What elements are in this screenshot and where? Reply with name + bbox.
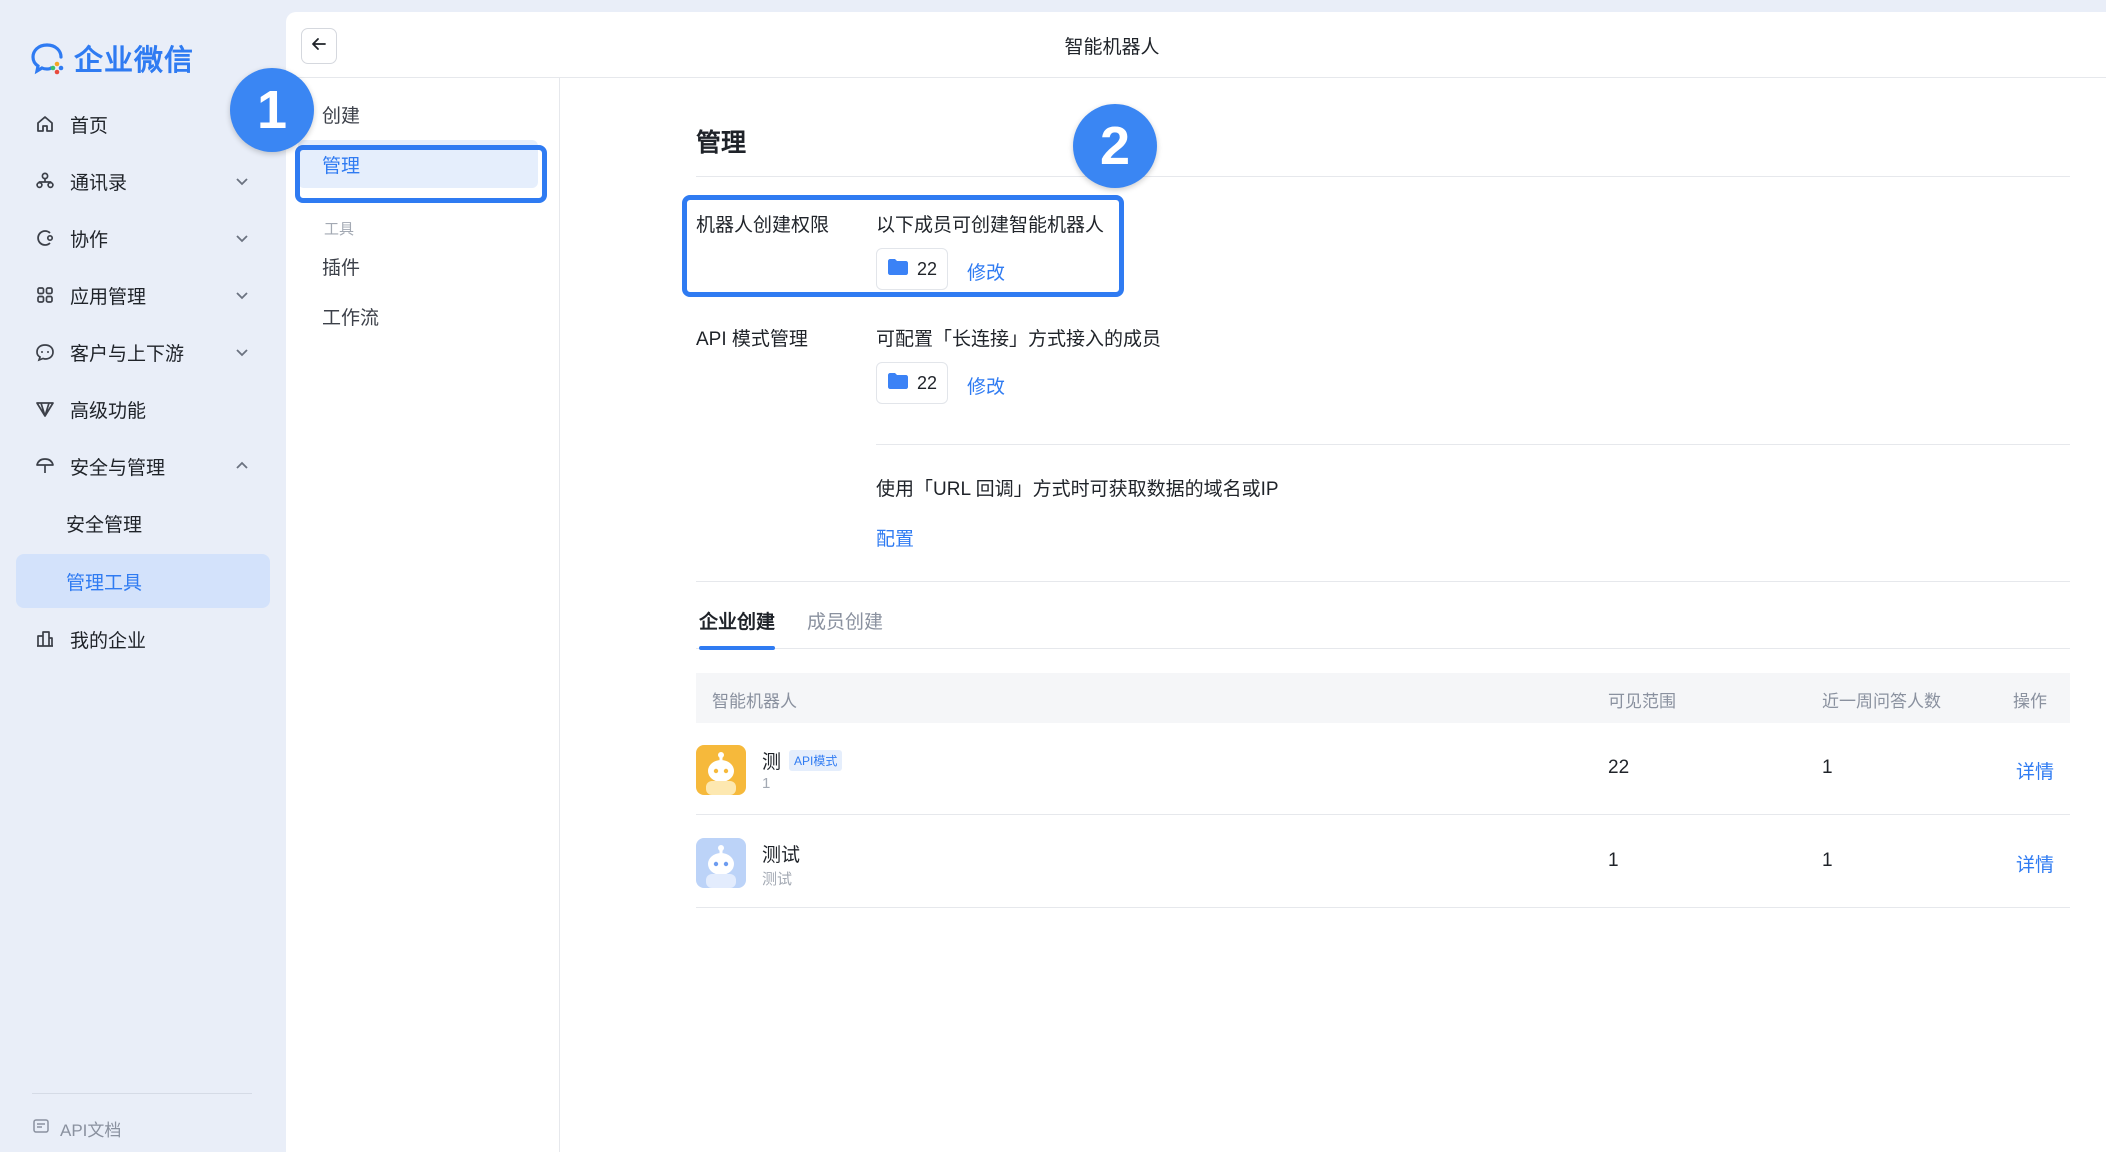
nav-item-label: 通讯录 <box>70 172 128 194</box>
diamond-icon <box>34 398 56 420</box>
bot-description: 1 <box>762 775 771 792</box>
table-header: 智能机器人 可见范围 近一周问答人数 操作 <box>696 673 2070 723</box>
create-permission-edit-link[interactable]: 修改 <box>967 258 1005 285</box>
app-window: 企业微信 首页 通讯录 协作 应用管理 客户与上下游 高级功能 安全与管理 安全… <box>0 0 2106 1152</box>
create-permission-desc: 以下成员可创建智能机器人 <box>876 215 1105 236</box>
submenu-create[interactable]: 创建 <box>298 90 538 138</box>
nav-item-security-management[interactable]: 安全管理 <box>16 496 270 550</box>
visible-scope: 1 <box>1608 850 1619 871</box>
wecom-logo-icon <box>30 40 66 76</box>
api-mode-label: API 模式管理 <box>696 329 808 350</box>
left-navigation: 企业微信 首页 通讯录 协作 应用管理 客户与上下游 高级功能 安全与管理 安全… <box>0 0 286 1152</box>
step-marker-1: 1 <box>230 68 314 152</box>
home-icon <box>34 113 56 135</box>
nav-item-label: 首页 <box>70 115 109 137</box>
bot-description: 测试 <box>762 871 793 888</box>
api-mode-tag: API模式 <box>789 750 843 771</box>
nav-item-label: 协作 <box>70 229 109 251</box>
divider <box>876 444 2070 445</box>
nav-item-label: 安全与管理 <box>70 457 166 479</box>
logo-text: 企业微信 <box>74 45 195 77</box>
chevron-down-icon <box>232 342 252 362</box>
logo[interactable]: 企业微信 <box>30 38 194 78</box>
weekly-users: 1 <box>1822 850 1833 871</box>
chevron-down-icon <box>232 285 252 305</box>
member-count: 22 <box>916 258 938 279</box>
contacts-icon <box>34 170 56 192</box>
sub-menu: 创建 管理 工具 插件 工作流 <box>286 78 560 1152</box>
divider <box>696 176 2070 177</box>
chevron-up-icon <box>232 456 252 476</box>
visible-scope: 22 <box>1608 757 1630 778</box>
robot-avatar-yellow-icon <box>696 745 746 795</box>
robot-avatar-blue-icon <box>696 838 746 888</box>
api-mode-edit-link[interactable]: 修改 <box>967 372 1005 399</box>
apps-grid-icon <box>34 284 56 306</box>
details-link[interactable]: 详情 <box>2016 850 2054 877</box>
nav-item-label: 管理工具 <box>66 572 143 594</box>
nav-divider <box>32 1093 252 1094</box>
weekly-users: 1 <box>1822 757 1833 778</box>
submenu-group-tools: 工具 <box>324 221 355 238</box>
column-header: 近一周问答人数 <box>1822 692 1941 711</box>
nav-item-label: 高级功能 <box>70 400 147 422</box>
column-header: 操作 <box>2013 692 2047 711</box>
document-icon <box>32 1117 50 1140</box>
nav-item-advanced[interactable]: 高级功能 <box>16 382 270 436</box>
building-icon <box>34 628 56 650</box>
api-docs-label: API文档 <box>60 1121 122 1140</box>
api-mode-members[interactable]: 22 <box>876 362 948 404</box>
bot-name: 测 API模式 <box>762 747 843 774</box>
details-link[interactable]: 详情 <box>2016 757 2054 784</box>
nav-item-collaboration[interactable]: 协作 <box>16 211 270 265</box>
chat-bubble-icon <box>34 341 56 363</box>
nav-item-label: 我的企业 <box>70 630 147 652</box>
submenu-workflow[interactable]: 工作流 <box>298 292 538 340</box>
folder-icon <box>887 372 909 395</box>
folder-icon <box>887 258 909 281</box>
table-row[interactable]: 测试 测试 1 1 详情 <box>696 816 2070 908</box>
create-permission-label: 机器人创建权限 <box>696 215 830 236</box>
divider <box>696 581 2070 582</box>
nav-item-customers[interactable]: 客户与上下游 <box>16 325 270 379</box>
top-bar: 智能机器人 <box>286 12 2106 78</box>
nav-item-app-management[interactable]: 应用管理 <box>16 268 270 322</box>
nav-item-contacts[interactable]: 通讯录 <box>16 154 270 208</box>
bot-name-text: 测 <box>762 752 782 773</box>
nav-item-label: 客户与上下游 <box>70 343 185 365</box>
table-row[interactable]: 测 API模式 1 22 1 详情 <box>696 723 2070 815</box>
section-title: 管理 <box>696 129 747 157</box>
nav-item-my-enterprise[interactable]: 我的企业 <box>16 612 270 666</box>
submenu-plugins[interactable]: 插件 <box>298 242 538 290</box>
tab-enterprise-created[interactable]: 企业创建 <box>699 607 776 650</box>
step-marker-2: 2 <box>1073 104 1157 188</box>
nav-item-management-tools[interactable]: 管理工具 <box>16 554 270 608</box>
member-count: 22 <box>916 372 938 393</box>
api-docs-link[interactable]: API文档 <box>32 1116 121 1141</box>
page-title: 智能机器人 <box>1064 37 1160 58</box>
chevron-down-icon <box>232 171 252 191</box>
bot-name: 测试 <box>762 840 800 867</box>
umbrella-icon <box>34 455 56 477</box>
content-area: 管理 机器人创建权限 以下成员可创建智能机器人 22 修改 API 模式管理 可… <box>696 78 2096 1152</box>
bot-name-text: 测试 <box>762 845 801 866</box>
nav-item-label: 应用管理 <box>70 286 147 308</box>
chevron-down-icon <box>232 228 252 248</box>
collaboration-icon <box>34 227 56 249</box>
main-panel: 智能机器人 创建 管理 工具 插件 工作流 管理 机器人创建权限 以下成员可创建… <box>286 12 2106 1152</box>
bot-tabs: 企业创建 成员创建 <box>696 607 2070 650</box>
url-callback-desc: 使用「URL 回调」方式时可获取数据的域名或IP <box>876 479 1279 500</box>
column-header: 可见范围 <box>1608 692 1676 711</box>
nav-item-label: 安全管理 <box>66 514 143 536</box>
url-callback-config-link[interactable]: 配置 <box>876 524 914 551</box>
api-mode-desc: 可配置「长连接」方式接入的成员 <box>876 329 1162 350</box>
create-permission-members[interactable]: 22 <box>876 248 948 290</box>
nav-item-security[interactable]: 安全与管理 <box>16 439 270 493</box>
tab-member-created[interactable]: 成员创建 <box>807 607 883 649</box>
submenu-manage[interactable]: 管理 <box>298 140 538 188</box>
column-header: 智能机器人 <box>712 692 797 711</box>
